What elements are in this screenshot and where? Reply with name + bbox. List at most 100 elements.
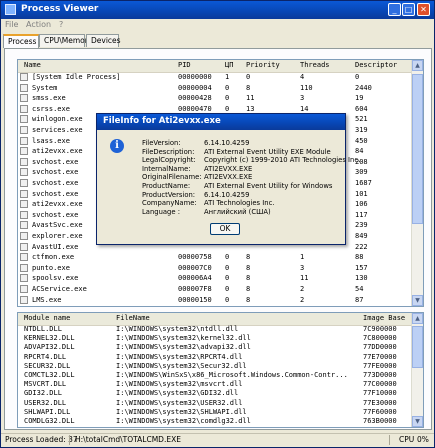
process-list-scrollbar[interactable]: ▲ ▼ <box>411 60 423 306</box>
process-cell: ACService.exe <box>32 285 87 293</box>
scroll-up-icon[interactable]: ▲ <box>412 60 423 71</box>
process-cell: 110 <box>300 83 313 92</box>
process-row[interactable]: ACService.exe 000007F8 0 8 2 54 <box>18 284 423 294</box>
process-icon <box>20 179 28 187</box>
process-cell: LMS.exe <box>32 295 62 304</box>
process-cell: smss.exe <box>32 94 66 103</box>
module-cell: I:\WINDOWS\system32\GDI32.dll <box>116 389 239 398</box>
process-cell: 87 <box>355 295 364 304</box>
process-cell: 0 <box>225 274 230 283</box>
module-cell: I:\WINDOWS\system32\kernel32.dll <box>116 334 251 343</box>
process-row[interactable]: spoolsv.exe 000006A4 0 8 11 130 <box>18 273 423 283</box>
process-cell: ctfmon.exe <box>32 253 75 262</box>
title-bar[interactable]: Process Viewer _ □ ✕ <box>1 1 434 19</box>
module-cell: I:\WINDOWS\system32\ntdll.dll <box>116 325 239 333</box>
module-cell: 77F10000 <box>363 389 397 398</box>
field-value: 6.14.10.4259 <box>204 139 250 147</box>
status-cpu-label: CPU <box>399 435 415 444</box>
module-cell: 763B0000 <box>363 417 397 425</box>
process-cell: 00000150 <box>178 295 212 304</box>
process-icon <box>20 242 28 251</box>
process-icon <box>20 73 28 81</box>
module-cell: I:\WINDOWS\system32\comdlg32.dll <box>116 417 251 425</box>
module-cell: I:\WINDOWS\system32\msvcrt.dll <box>116 380 243 389</box>
scroll-thumb[interactable] <box>412 74 423 224</box>
process-icon <box>20 232 28 240</box>
process-row[interactable]: [System Idle Process] 00000000 1 0 4 0 <box>18 72 423 82</box>
field-label: LegalCopyright: <box>142 156 196 165</box>
process-icon <box>20 263 28 272</box>
process-cell: 2 <box>300 285 305 293</box>
process-cell: 4 <box>300 73 305 81</box>
dialog-title-bar[interactable]: FileInfo for Ati2evxx.exe <box>97 114 345 130</box>
process-cell: 319 <box>355 126 368 134</box>
close-button[interactable]: ✕ <box>417 3 430 16</box>
process-row[interactable]: ctfmon.exe 00000758 0 8 1 88 <box>18 252 423 262</box>
col-descriptor[interactable]: Descriptor <box>355 61 397 69</box>
fileinfo-dialog: FileInfo for Ati2evxx.exe i FileVersion:… <box>96 113 360 245</box>
process-cell: 0 <box>225 94 230 103</box>
process-row[interactable]: punto.exe 000007C0 0 8 3 157 <box>18 263 423 273</box>
process-row[interactable]: LMS.exe 00000150 0 8 2 87 <box>18 295 423 305</box>
process-row[interactable]: smss.exe 00000428 0 11 3 19 <box>18 93 423 103</box>
col-threads[interactable]: Threads <box>300 61 330 69</box>
module-cell: SECUR32.DLL <box>24 361 71 370</box>
process-icon <box>20 115 28 124</box>
process-icon <box>20 168 28 177</box>
menu-action[interactable]: Action <box>26 20 51 29</box>
maximize-button[interactable]: □ <box>402 3 415 16</box>
field-value: ATI Technologies Inc. <box>204 199 275 208</box>
field-value: ATI2EVXX.EXE <box>204 173 253 182</box>
process-cell: 222 <box>355 242 368 251</box>
process-cell: 0 <box>355 73 360 81</box>
window-title: Process Viewer <box>21 4 99 14</box>
process-cell: 000007C0 <box>178 263 212 272</box>
process-cell: 11 <box>246 94 255 103</box>
process-cell: 8 <box>246 83 251 92</box>
col-cpu[interactable]: ЦП <box>225 61 233 69</box>
process-icon <box>20 189 28 198</box>
info-icon: i <box>110 139 124 153</box>
ok-button[interactable]: OK <box>210 223 240 235</box>
process-cell: 0 <box>225 295 230 304</box>
menu-bar: File Action ? <box>1 19 434 31</box>
scroll-down-icon[interactable]: ▼ <box>412 295 423 306</box>
module-row[interactable]: COMDLG32.DLL I:\WINDOWS\system32\comdlg32… <box>18 417 423 427</box>
module-cell: USER32.DLL <box>24 398 67 407</box>
process-icon <box>20 157 28 166</box>
status-cpu-value: 0% <box>417 435 429 444</box>
field-label: FileVersion: <box>142 139 181 147</box>
process-cell: 88 <box>355 253 364 262</box>
col-priority[interactable]: Priority <box>246 61 280 69</box>
process-cell: 19 <box>355 94 364 103</box>
module-cell: COMDLG32.DLL <box>24 417 75 425</box>
field-value: ATI2EVXX.EXE <box>204 164 253 173</box>
menu-help[interactable]: ? <box>59 20 63 29</box>
col-name[interactable]: Name <box>24 61 41 69</box>
col-filename[interactable]: FileName <box>116 314 150 322</box>
scroll-down-icon[interactable]: ▼ <box>412 416 423 427</box>
module-cell: 77C00000 <box>363 380 397 389</box>
col-module-name[interactable]: Module name <box>24 314 70 322</box>
process-cell: punto.exe <box>32 263 70 272</box>
field-label: ProductName: <box>142 182 191 190</box>
col-image-base[interactable]: Image Base <box>363 314 405 322</box>
module-list-scrollbar[interactable]: ▲ ▼ <box>411 313 423 427</box>
tab-cpu-memory[interactable]: CPU\Memory <box>39 34 92 47</box>
module-list[interactable]: Module name FileName Image Base NTDLL.DL… <box>17 312 424 428</box>
process-cell: 54 <box>355 285 364 293</box>
process-cell: 00000428 <box>178 94 212 103</box>
process-cell: 239 <box>355 221 368 230</box>
tab-process[interactable]: Process <box>3 34 39 48</box>
scroll-up-icon[interactable]: ▲ <box>412 313 423 324</box>
process-row[interactable]: System 00000004 0 8 110 2440 <box>18 83 423 93</box>
module-cell: 77DD0000 <box>363 343 397 352</box>
minimize-button[interactable]: _ <box>388 3 401 16</box>
scroll-thumb[interactable] <box>412 326 423 368</box>
col-pid[interactable]: PID <box>178 61 191 69</box>
process-cell: 8 <box>246 253 251 262</box>
tab-devices[interactable]: Devices <box>86 34 121 47</box>
module-cell: MSVCRT.DLL <box>24 380 67 389</box>
menu-file[interactable]: File <box>5 20 18 29</box>
field-label: CompanyName: <box>142 199 197 208</box>
